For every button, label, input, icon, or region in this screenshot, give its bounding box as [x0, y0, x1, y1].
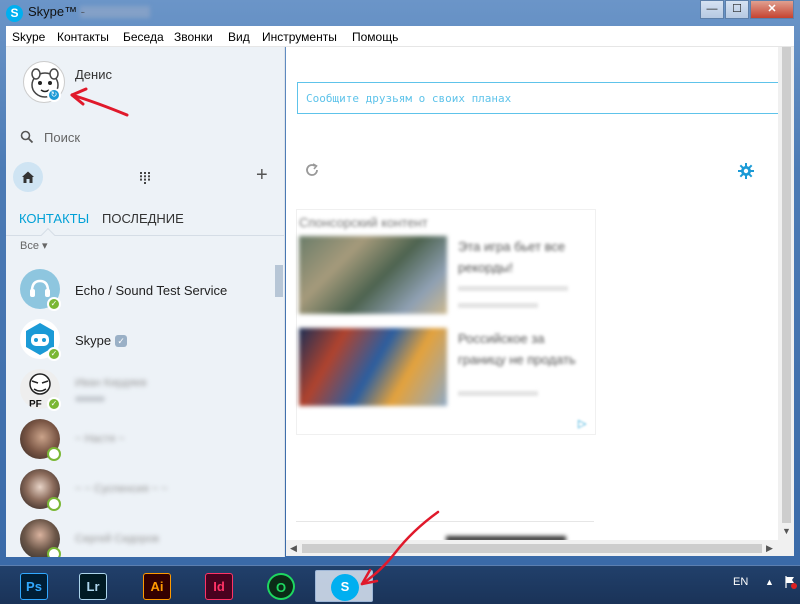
ad-headline[interactable]: Российское за границу не продать — [458, 328, 588, 370]
home-icon — [22, 171, 34, 183]
contact-name: Echo / Sound Test Service — [75, 283, 228, 298]
menu-contacts[interactable]: Контакты — [57, 30, 109, 44]
horizontal-scroll-thumb[interactable] — [302, 544, 762, 553]
photoshop-icon: Ps — [20, 573, 48, 600]
mood-message-input[interactable]: Сообщите друзьям о своих планах — [297, 82, 778, 114]
minimize-button[interactable]: — — [700, 0, 724, 19]
ad-source — [458, 303, 538, 308]
taskbar: Ps Lr Ai Id O S EN ▲ — [0, 565, 800, 604]
scroll-left-icon[interactable]: ◀ — [290, 543, 297, 554]
contacts-scrollbar[interactable] — [275, 265, 283, 297]
vertical-scroll-thumb[interactable] — [782, 47, 791, 523]
contacts-filter-dropdown[interactable]: Все ▾ — [20, 239, 48, 252]
contact-name: Иван Кирдяев — [75, 377, 147, 389]
title-redacted — [80, 6, 150, 18]
contact-name: ~ ~ Суспенсия ~ ~ — [75, 483, 168, 495]
taskbar-opera[interactable]: O — [254, 570, 308, 602]
contact-item[interactable]: ✓ Echo / Sound Test Service — [6, 269, 274, 315]
illustrator-icon: Ai — [143, 573, 171, 600]
gear-icon[interactable] — [738, 163, 754, 179]
search-input[interactable]: Поиск — [44, 130, 80, 145]
taskbar-photoshop[interactable]: Ps — [7, 570, 61, 602]
add-contact-icon[interactable]: + — [256, 165, 268, 185]
opera-icon: O — [267, 573, 295, 600]
dialpad-icon[interactable] — [140, 172, 150, 184]
offline-status-icon — [47, 547, 61, 557]
window-frame: S Skype™ - — ☐ ✕ Skype Контакты Беседа З… — [0, 0, 800, 565]
taskbar-illustrator[interactable]: Ai — [130, 570, 184, 602]
adchoices-icon[interactable]: ▷ — [578, 417, 592, 431]
taskbar-lightroom[interactable]: Lr — [66, 570, 120, 602]
ad-image[interactable] — [299, 328, 447, 406]
title-bar[interactable]: S Skype™ - — ☐ ✕ — [0, 0, 800, 26]
skype-logo-icon: S — [6, 5, 23, 22]
action-center-flag-icon[interactable] — [783, 575, 797, 589]
home-button[interactable] — [13, 162, 43, 192]
menu-calls[interactable]: Звонки — [174, 30, 213, 44]
svg-text:PF: PF — [29, 399, 42, 409]
search-icon — [20, 130, 34, 144]
contact-item[interactable]: PF ✓ Иван Кирдяев — [6, 369, 274, 415]
contact-item[interactable]: ~ Настя ~ — [6, 419, 274, 465]
verified-badge-icon: ✓ — [115, 335, 128, 347]
menu-help[interactable]: Помощь — [352, 30, 398, 44]
taskbar-skype[interactable]: S — [315, 570, 373, 602]
profile-name[interactable]: Денис — [75, 67, 112, 82]
contact-item[interactable]: ✓ Skype ✓ — [6, 319, 274, 365]
ad-image[interactable] — [299, 236, 447, 314]
scroll-right-icon[interactable]: ▶ — [766, 543, 773, 554]
sponsored-content: Спонсорский контент Эта игра бьет все ре… — [296, 209, 596, 435]
contact-name: Сергей Сидоров — [75, 533, 159, 545]
contact-item[interactable]: ~ ~ Суспенсия ~ ~ — [6, 469, 274, 515]
online-status-icon: ✓ — [47, 297, 61, 311]
sidebar: ↻ Денис Поиск + КОНТАКТЫ ПОСЛЕДНИЕ Все ▾… — [6, 47, 285, 557]
scroll-down-icon[interactable]: ▼ — [782, 526, 791, 536]
tray-expand-icon[interactable]: ▲ — [765, 577, 774, 587]
tab-contacts[interactable]: КОНТАКТЫ — [19, 211, 89, 226]
offline-status-icon — [47, 497, 61, 511]
skype-taskbar-icon: S — [331, 574, 359, 601]
contact-name: Skype ✓ — [75, 333, 128, 348]
online-status-icon: ✓ — [47, 397, 61, 411]
contact-item[interactable]: Сергей Сидоров — [6, 519, 274, 557]
ad-source — [458, 391, 538, 396]
sponsored-title: Спонсорский контент — [299, 215, 428, 230]
indesign-icon: Id — [205, 573, 233, 600]
resize-grip[interactable] — [778, 540, 794, 556]
window-title: Skype™ - — [28, 4, 86, 19]
menu-skype[interactable]: Skype — [12, 30, 45, 44]
menu-view[interactable]: Вид — [228, 30, 250, 44]
main-panel: Сообщите друзьям о своих планах Спонсорс… — [286, 47, 778, 540]
online-status-icon: ✓ — [47, 347, 61, 361]
horizontal-scrollbar[interactable]: ◀ ▶ — [286, 540, 778, 556]
taskbar-indesign[interactable]: Id — [192, 570, 246, 602]
contact-name: ~ Настя ~ — [75, 433, 125, 445]
offline-status-icon — [47, 447, 61, 461]
tab-recent[interactable]: ПОСЛЕДНИЕ — [102, 211, 184, 226]
menu-tools[interactable]: Инструменты — [262, 30, 337, 44]
ad-source — [458, 286, 568, 291]
menu-bar: Skype Контакты Беседа Звонки Вид Инструм… — [6, 26, 794, 47]
language-indicator[interactable]: EN — [733, 576, 748, 588]
maximize-button[interactable]: ☐ — [725, 0, 749, 19]
contact-mood-redacted — [75, 396, 105, 402]
contact-name-text: Skype — [75, 333, 112, 348]
menu-conversation[interactable]: Беседа — [123, 30, 164, 44]
vertical-scrollbar[interactable]: ▼ — [778, 47, 794, 540]
close-button[interactable]: ✕ — [750, 0, 794, 19]
refresh-icon[interactable] — [304, 162, 320, 178]
ad-headline[interactable]: Эта игра бьет все рекорды! — [458, 236, 588, 278]
lightroom-icon: Lr — [79, 573, 107, 600]
sync-status-icon: ↻ — [47, 88, 61, 102]
